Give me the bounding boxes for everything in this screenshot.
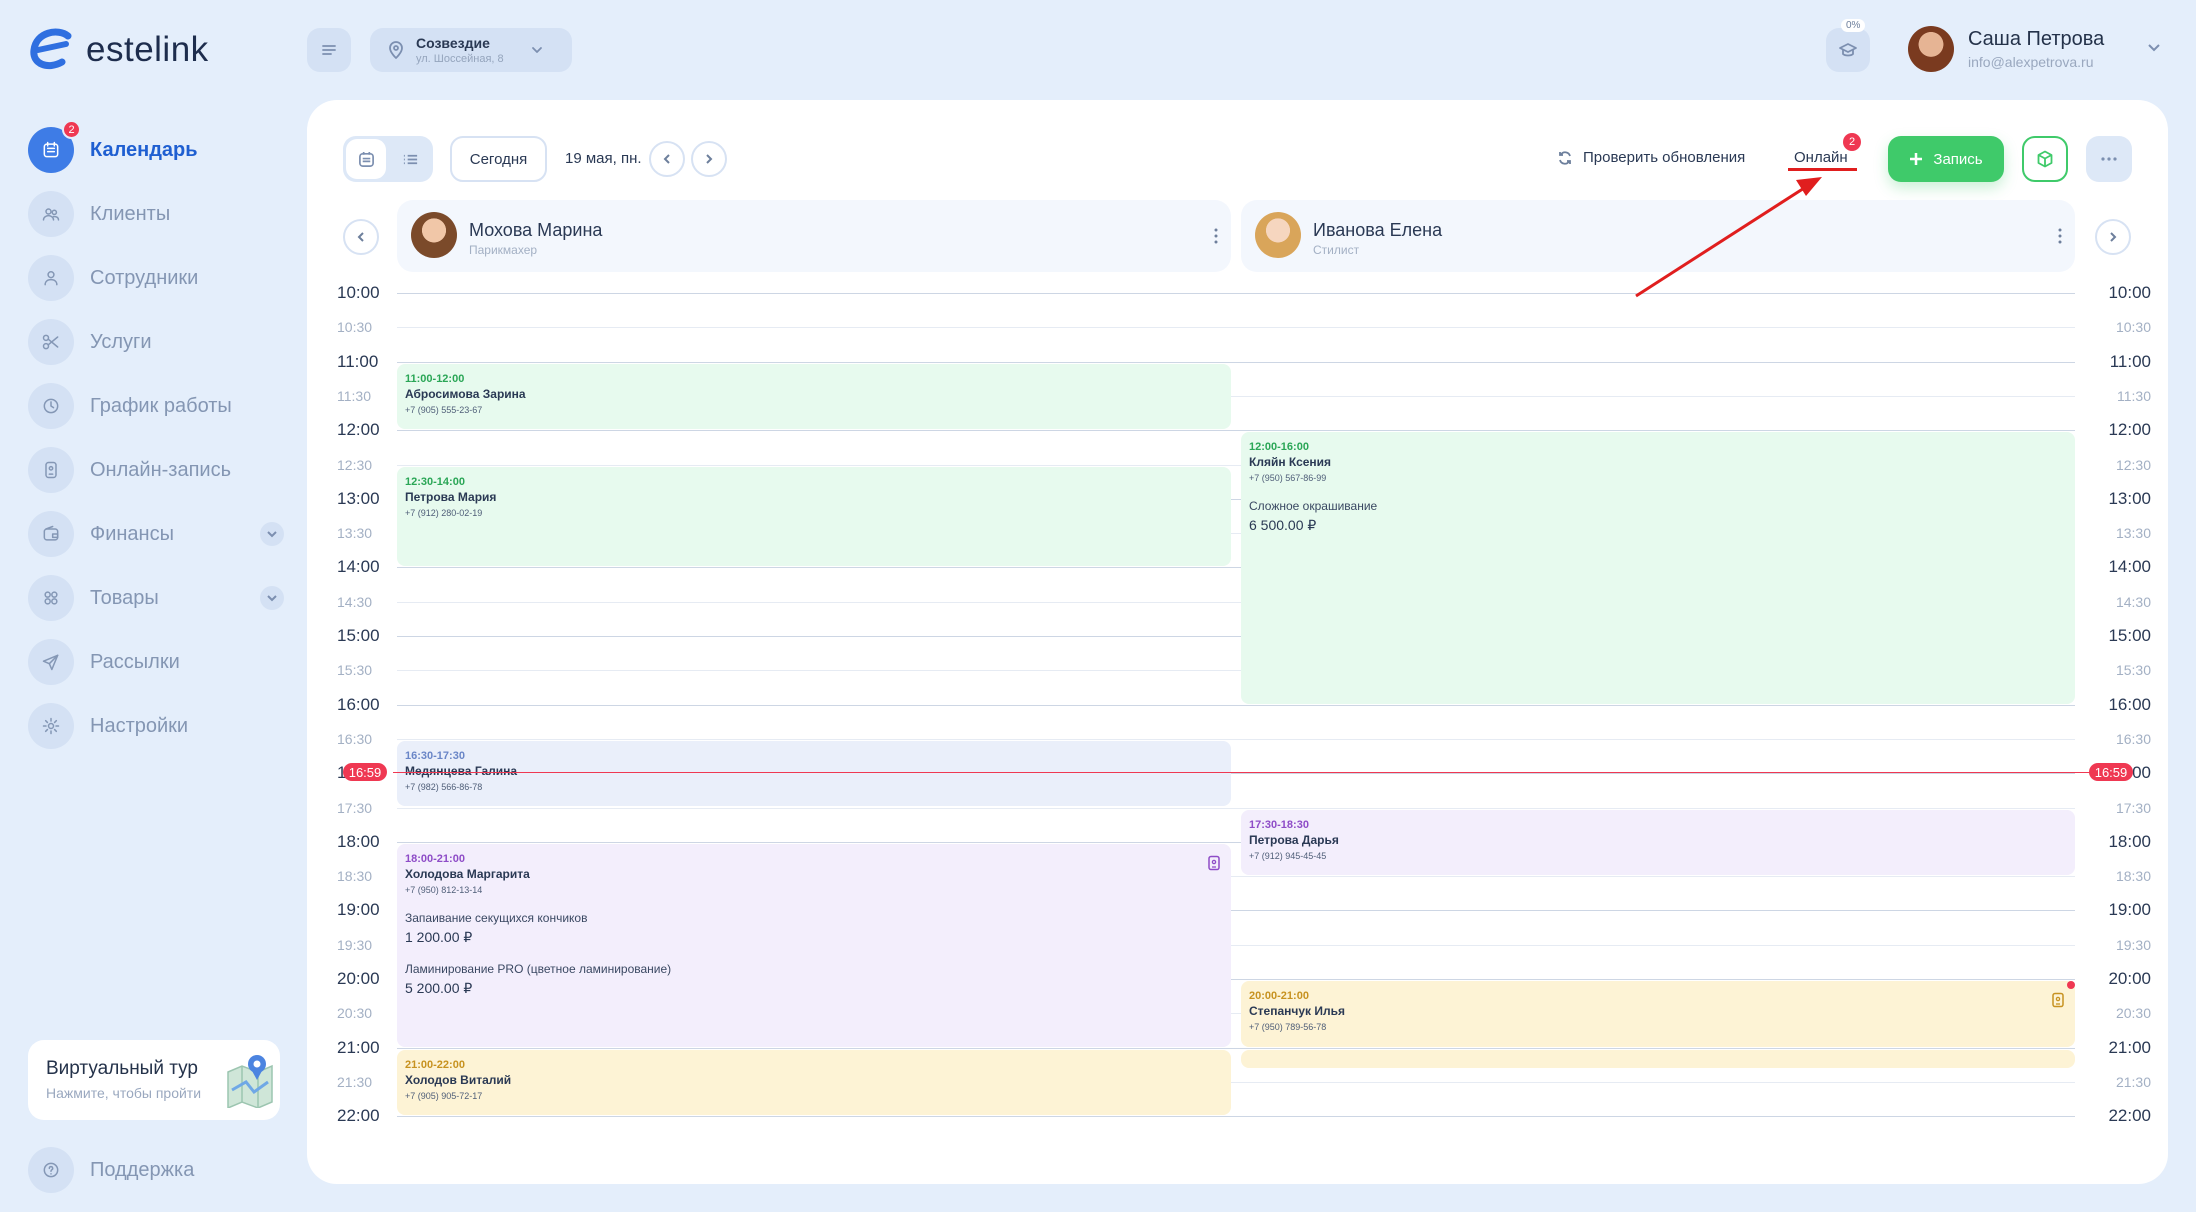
annotation-arrow bbox=[1635, 177, 1822, 298]
